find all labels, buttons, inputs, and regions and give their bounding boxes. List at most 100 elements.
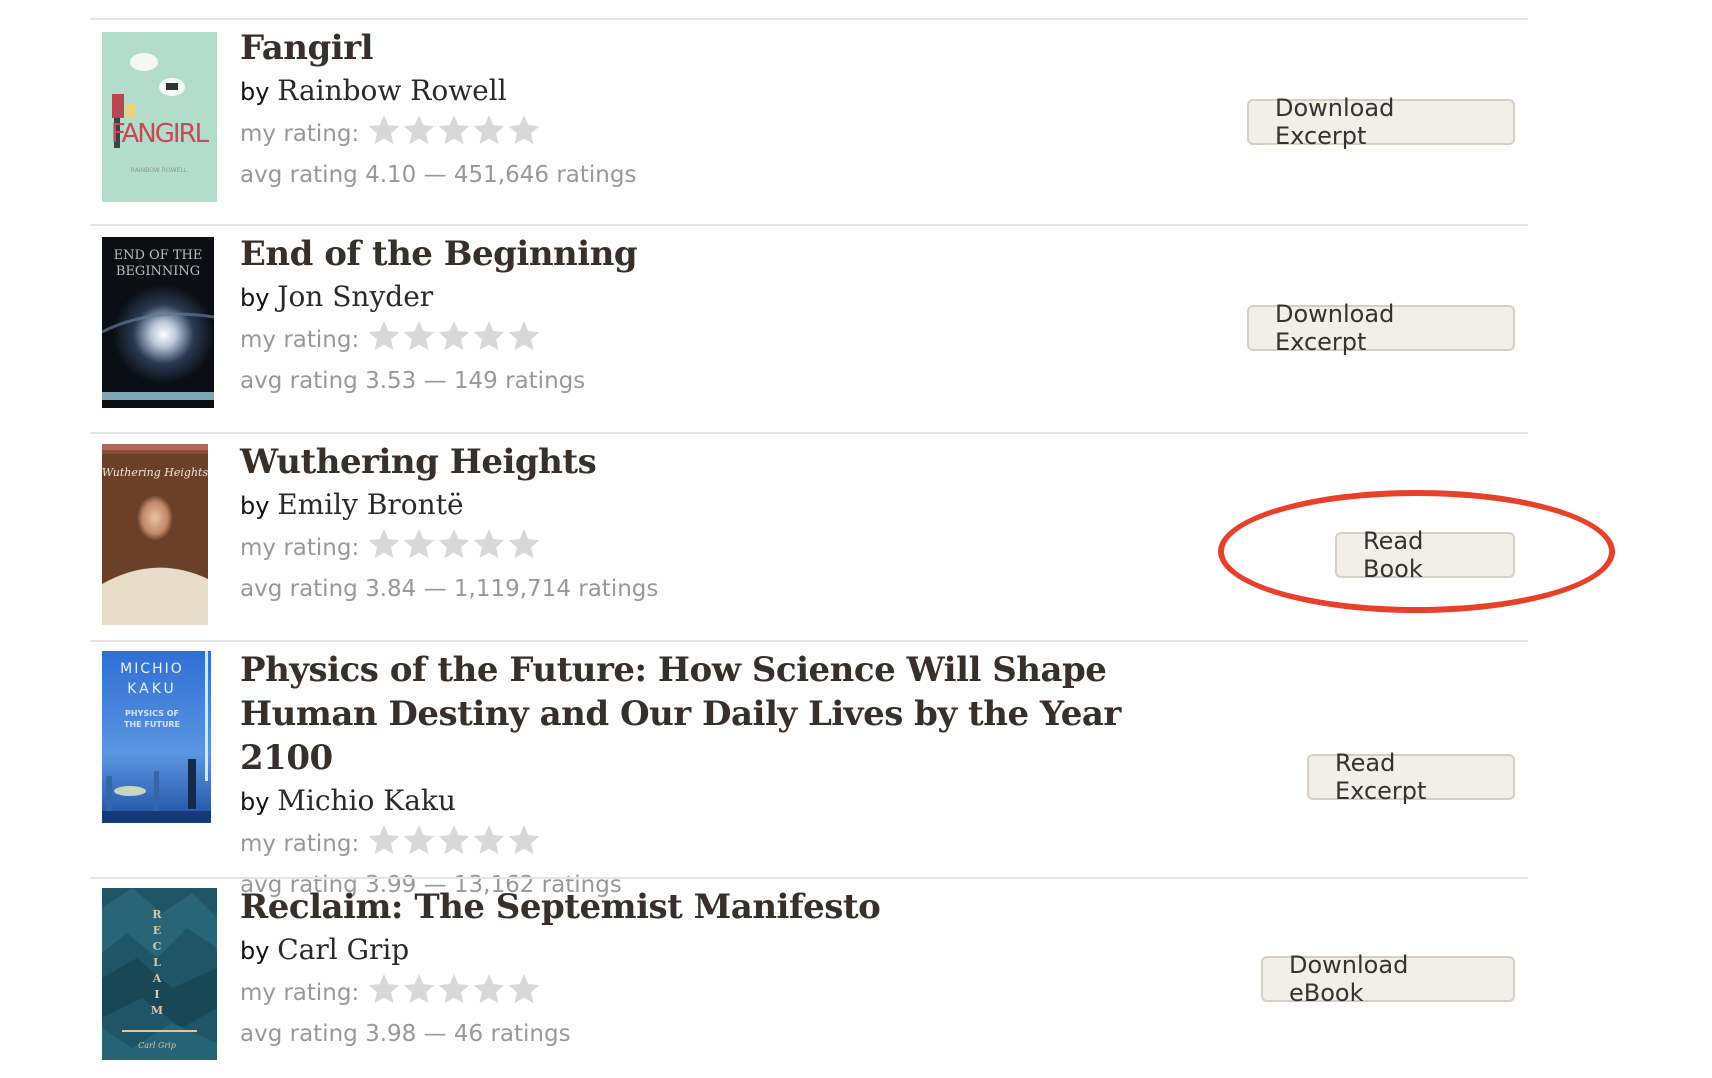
my-rating-label: my rating: <box>240 535 360 561</box>
my-rating: my rating: <box>240 319 637 361</box>
book-title[interactable]: Wuthering Heights <box>240 440 658 484</box>
read-excerpt-button[interactable]: Read Excerpt <box>1307 749 1515 805</box>
svg-text:Carl Grip: Carl Grip <box>138 1041 176 1050</box>
book-info: End of the Beginning by Jon Snyder my ra… <box>240 232 638 401</box>
svg-text:R: R <box>152 908 162 921</box>
svg-text:END OF THE: END OF THE <box>114 248 203 263</box>
book-info: Reclaim: The Septemist Manifesto by Carl… <box>240 885 881 1054</box>
star-icon[interactable] <box>472 972 506 1006</box>
svg-text:PHYSICS OF: PHYSICS OF <box>125 709 179 718</box>
star-icon[interactable] <box>367 527 401 561</box>
star-rating-widget[interactable] <box>367 972 542 1006</box>
star-icon[interactable] <box>437 113 471 147</box>
svg-text:L: L <box>153 956 161 969</box>
star-icon[interactable] <box>472 527 506 561</box>
star-icon[interactable] <box>507 527 541 561</box>
my-rating: my rating: <box>240 527 658 569</box>
author-link[interactable]: Jon Snyder <box>277 280 433 313</box>
author-line: by Carl Grip <box>240 929 880 972</box>
author-line: by Rainbow Rowell <box>240 70 636 113</box>
by-label: by <box>240 937 270 965</box>
book-title[interactable]: Physics of the Future: How Science Will … <box>240 648 1200 780</box>
author-line: by Jon Snyder <box>240 276 637 319</box>
star-icon[interactable] <box>367 319 401 353</box>
download-excerpt-button[interactable]: Download Excerpt <box>1247 300 1515 356</box>
svg-text:E: E <box>153 924 161 937</box>
by-label: by <box>240 492 270 520</box>
book-title[interactable]: End of the Beginning <box>240 232 638 276</box>
by-label: by <box>240 78 270 106</box>
end-of-the-beginning-cover-image: END OF THE BEGINNING <box>102 237 214 408</box>
book-info: Wuthering Heights by Emily Brontë my rat… <box>240 440 658 609</box>
book-cover[interactable]: END OF THE BEGINNING <box>102 237 214 408</box>
author-line: by Michio Kaku <box>240 780 1200 823</box>
book-cover[interactable]: Wuthering Heights <box>102 444 208 625</box>
svg-text:M: M <box>151 1004 163 1017</box>
avg-rating: avg rating 3.98 — 46 ratings <box>240 1021 571 1047</box>
svg-text:KAKU: KAKU <box>127 681 177 697</box>
avg-rating: avg rating 4.10 — 451,646 ratings <box>240 162 637 188</box>
read-book-button[interactable]: Read Book <box>1335 527 1515 583</box>
star-icon[interactable] <box>437 972 471 1006</box>
author-link[interactable]: Rainbow Rowell <box>277 74 506 107</box>
star-icon[interactable] <box>367 113 401 147</box>
star-rating-widget[interactable] <box>367 319 542 353</box>
star-icon[interactable] <box>507 972 541 1006</box>
my-rating-label: my rating: <box>240 121 360 147</box>
avg-rating: avg rating 3.84 — 1,119,714 ratings <box>240 576 659 602</box>
star-icon[interactable] <box>437 823 471 857</box>
book-info: Physics of the Future: How Science Will … <box>240 648 1200 905</box>
download-excerpt-button[interactable]: Download Excerpt <box>1247 94 1515 150</box>
svg-text:C: C <box>153 940 162 953</box>
by-label: by <box>240 788 270 816</box>
by-label: by <box>240 284 270 312</box>
my-rating-label: my rating: <box>240 831 360 857</box>
my-rating-label: my rating: <box>240 327 360 353</box>
svg-text:RAINBOW ROWELL: RAINBOW ROWELL <box>131 167 188 174</box>
star-icon[interactable] <box>472 823 506 857</box>
row-divider <box>90 640 1528 642</box>
author-link[interactable]: Michio Kaku <box>277 784 456 817</box>
book-cover[interactable]: R E C L A I M Carl Grip <box>102 888 217 1060</box>
svg-text:Wuthering Heights: Wuthering Heights <box>102 466 208 479</box>
physics-of-the-future-cover-image: MICHIO KAKU PHYSICS OF THE FUTURE <box>102 651 211 823</box>
star-icon[interactable] <box>367 823 401 857</box>
star-icon[interactable] <box>402 113 436 147</box>
author-link[interactable]: Emily Brontë <box>277 488 463 521</box>
author-link[interactable]: Carl Grip <box>277 933 409 966</box>
svg-text:FANGIRL: FANGIRL <box>111 119 210 149</box>
row-divider <box>90 432 1528 434</box>
star-icon[interactable] <box>507 319 541 353</box>
reclaim-cover-image: R E C L A I M Carl Grip <box>102 888 217 1060</box>
star-icon[interactable] <box>402 972 436 1006</box>
svg-text:MICHIO: MICHIO <box>120 661 184 677</box>
star-icon[interactable] <box>437 527 471 561</box>
row-divider <box>90 224 1528 226</box>
my-rating-label: my rating: <box>240 980 360 1006</box>
fangirl-cover-image: FANGIRL RAINBOW ROWELL <box>102 32 217 202</box>
star-icon[interactable] <box>507 823 541 857</box>
star-icon[interactable] <box>367 972 401 1006</box>
star-rating-widget[interactable] <box>367 527 542 561</box>
book-cover[interactable]: FANGIRL RAINBOW ROWELL <box>102 32 217 202</box>
star-icon[interactable] <box>472 113 506 147</box>
star-icon[interactable] <box>507 113 541 147</box>
book-title[interactable]: Reclaim: The Septemist Manifesto <box>240 885 881 929</box>
svg-text:BEGINNING: BEGINNING <box>116 264 200 279</box>
row-divider <box>90 877 1528 879</box>
author-line: by Emily Brontë <box>240 484 658 527</box>
star-icon[interactable] <box>472 319 506 353</box>
star-rating-widget[interactable] <box>367 823 542 857</box>
download-ebook-button[interactable]: Download eBook <box>1261 951 1515 1007</box>
book-title[interactable]: Fangirl <box>240 26 636 70</box>
svg-text:THE FUTURE: THE FUTURE <box>124 720 180 729</box>
book-cover[interactable]: MICHIO KAKU PHYSICS OF THE FUTURE <box>102 651 211 823</box>
star-rating-widget[interactable] <box>367 113 542 147</box>
star-icon[interactable] <box>437 319 471 353</box>
wuthering-heights-cover-image: Wuthering Heights <box>102 444 208 625</box>
row-divider <box>90 18 1528 20</box>
star-icon[interactable] <box>402 319 436 353</box>
star-icon[interactable] <box>402 527 436 561</box>
star-icon[interactable] <box>402 823 436 857</box>
my-rating: my rating: <box>240 972 880 1014</box>
